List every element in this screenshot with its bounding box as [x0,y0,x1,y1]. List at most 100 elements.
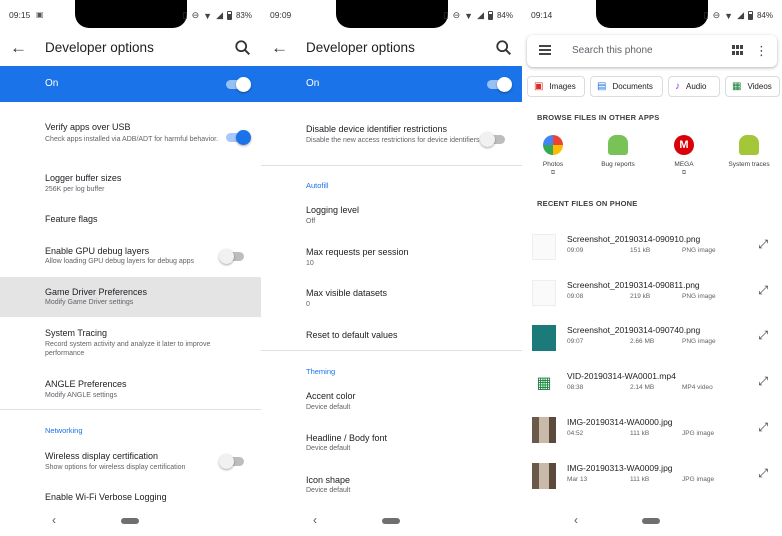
file-row[interactable]: IMG-20190313-WA0009.jpg Mar 13 111 kB JP… [522,455,782,499]
search-input[interactable]: Search this phone [572,45,653,56]
nav-back-icon[interactable]: ‹ [52,513,56,527]
battery-icon [226,11,232,20]
setting-game-driver[interactable]: Game Driver Preferences Modify Game Driv… [0,277,261,317]
file-row[interactable]: Screenshot_20190314-090910.png 09:09 151… [522,226,782,270]
chip-audio[interactable]: ♪ Audio [668,76,720,97]
expand-icon[interactable]: ⤢ [758,328,768,343]
status-bar: 09:14 ▯ ⊖ ▼ ◢ 84% [522,0,782,32]
device-identifier-toggle[interactable] [480,132,505,147]
chip-images[interactable]: ▣ Images [527,76,585,97]
document-icon: ▤ [597,81,607,92]
expand-icon[interactable]: ⤢ [758,374,768,389]
signal-icon: ◢ [737,10,744,20]
search-icon[interactable] [234,39,252,57]
nav-back-icon[interactable]: ‹ [313,513,317,527]
file-size: 2.66 MB [630,338,655,345]
file-thumbnail [532,463,556,489]
setting-wifi-verbose[interactable]: Enable Wi-Fi Verbose Logging [0,488,261,506]
expand-icon[interactable]: ⤢ [758,466,768,481]
expand-icon[interactable]: ⤢ [758,283,768,298]
setting-device-identifier[interactable]: Disable device identifier restrictions D… [261,118,522,158]
setting-title: Logging level [306,205,360,215]
no-disturb-icon: ⊖ [712,10,721,20]
file-time: 09:08 [567,293,584,300]
file-time: Mar 13 [567,476,588,483]
nav-home-pill[interactable] [121,518,139,524]
file-row[interactable]: IMG-20190314-WA0000.jpg 04:52 111 kB JPG… [522,409,782,453]
expand-icon[interactable]: ⤢ [758,420,768,435]
verify-apps-toggle[interactable] [226,130,251,145]
setting-logger-buffer[interactable]: Logger buffer sizes 256K per log buffer [0,168,261,198]
nav-home-pill[interactable] [382,518,400,524]
master-switch-bar[interactable]: On [261,66,522,102]
app-tile-mega[interactable]: M MEGA ⧉ [654,135,714,177]
setting-system-tracing[interactable]: System Tracing Record system activity an… [0,323,261,363]
navigation-bar: ‹ [522,506,782,536]
file-name: Screenshot_20190314-090811.png [567,280,700,290]
section-header-browse: BROWSE FILES IN OTHER APPS [537,113,660,122]
status-bar: 09:15 ▣ ▯ ⊖ ▼ ◢ 83% [0,0,261,32]
android-icon [608,135,628,155]
setting-angle-preferences[interactable]: ANGLE Preferences Modify ANGLE settings [0,374,261,404]
image-icon: ▣ [534,81,544,92]
android-icon [739,135,759,155]
search-bar[interactable]: Search this phone ⋮ [527,35,777,67]
file-type: JPG image [682,476,715,483]
setting-reset-defaults[interactable]: Reset to default values [261,325,522,347]
file-type: PNG image [682,338,716,345]
setting-title: System Tracing [45,328,108,338]
back-arrow-icon[interactable]: ← [10,38,27,58]
battery-percent: 84% [756,11,773,20]
external-link-icon: ⧉ [681,170,687,176]
setting-max-visible-datasets[interactable]: Max visible datasets 0 [261,282,522,312]
app-tile-system-traces[interactable]: System traces [719,135,779,168]
master-switch-bar[interactable]: On [0,66,261,102]
setting-icon-shape[interactable]: Icon shape Device default [261,469,522,499]
file-name: Screenshot_20190314-090910.png [567,234,701,244]
chip-videos[interactable]: ▦ Videos [725,76,780,97]
setting-title: Wireless display certification [45,451,159,461]
setting-feature-flags[interactable]: Feature flags [0,208,261,234]
setting-wireless-display[interactable]: Wireless display certification Show opti… [0,446,261,476]
image-notification-icon: ▣ [36,10,44,19]
file-name: Screenshot_20190314-090740.png [567,325,701,335]
back-arrow-icon[interactable]: ← [271,38,288,58]
app-tile-photos[interactable]: Photos ⧉ [523,135,583,177]
nav-back-icon[interactable]: ‹ [574,513,578,527]
setting-title: Headline / Body font [306,433,388,443]
search-icon[interactable] [495,39,513,57]
setting-max-requests[interactable]: Max requests per session 10 [261,241,522,271]
master-toggle[interactable] [487,77,512,92]
section-divider [0,409,261,410]
file-size: 111 kB [630,430,650,437]
section-header-networking: Networking [45,426,83,435]
display-notch [74,0,187,28]
more-options-icon[interactable]: ⋮ [755,43,768,59]
app-tile-bug-reports[interactable]: Bug reports [588,135,648,168]
file-row[interactable]: ▦ VID-20190314-WA0001.mp4 08:38 2.14 MB … [522,363,782,407]
master-toggle[interactable] [226,77,251,92]
section-divider [261,350,522,351]
setting-verify-apps-usb[interactable]: Verify apps over USB Check apps installe… [0,118,261,158]
status-icons: ▯ ⊖ ▼ ◢ 83% [183,10,252,21]
file-row[interactable]: Screenshot_20190314-090740.png 09:07 2.6… [522,317,782,361]
hamburger-menu-icon[interactable] [539,45,551,55]
gpu-debug-toggle[interactable] [219,249,244,264]
nav-home-pill[interactable] [642,518,660,524]
setting-logging-level[interactable]: Logging level Off [261,200,522,230]
chip-documents[interactable]: ▤ Documents [590,76,663,97]
grid-view-icon[interactable] [732,45,743,55]
wireless-display-toggle[interactable] [219,454,244,469]
setting-title: ANGLE Preferences [45,379,127,389]
setting-accent-color[interactable]: Accent color Device default [261,386,522,416]
file-row[interactable]: Screenshot_20190314-090811.png 09:08 219… [522,272,782,316]
expand-icon[interactable]: ⤢ [758,237,768,252]
setting-gpu-debug-layers[interactable]: Enable GPU debug layers Allow loading GP… [0,240,261,272]
chip-label: Videos [747,82,772,91]
chip-label: Documents [612,82,653,91]
setting-title: Enable Wi-Fi Verbose Logging [45,492,167,502]
master-switch-label: On [306,78,320,89]
file-thumbnail [532,234,556,260]
setting-headline-font[interactable]: Headline / Body font Device default [261,427,522,457]
file-thumbnail [532,325,556,351]
